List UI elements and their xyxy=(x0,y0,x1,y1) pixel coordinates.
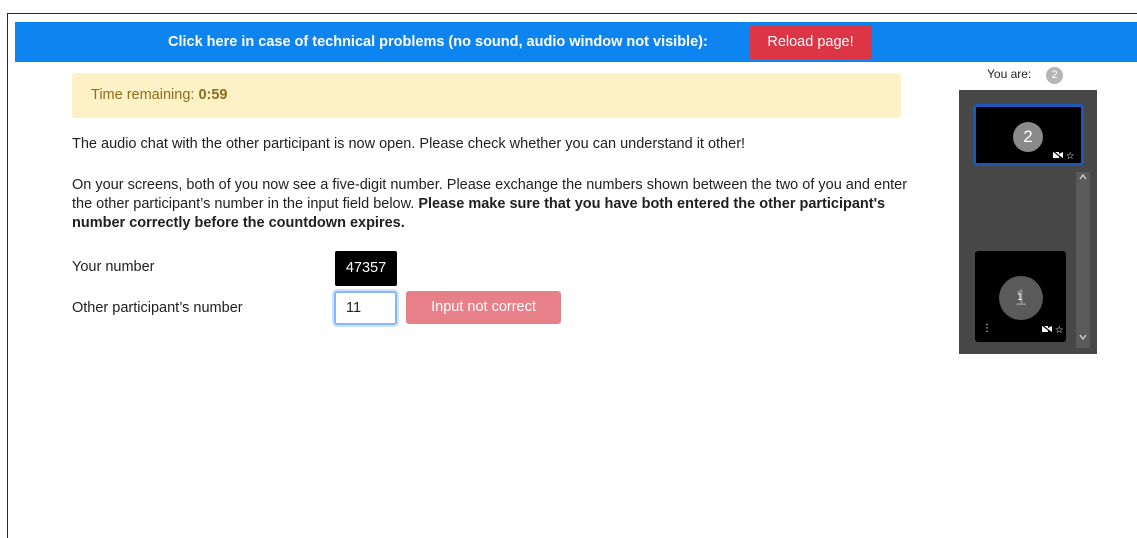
technical-problems-banner: Click here in case of technical problems… xyxy=(15,22,1137,62)
other-tile-icons: ☆ xyxy=(1041,324,1064,336)
time-remaining-label: Time remaining: xyxy=(91,87,195,103)
reload-page-button[interactable]: Reload page! xyxy=(749,25,872,59)
input-not-correct-button[interactable]: Input not correct xyxy=(406,291,561,324)
you-are-badge: 2 xyxy=(1046,67,1063,84)
audio-chat-instruction: The audio chat with the other participan… xyxy=(72,136,746,152)
other-number-label: Other participant’s number xyxy=(72,300,243,316)
camera-off-icon xyxy=(1052,150,1066,162)
other-participant-number: 1 xyxy=(1017,292,1023,303)
star-icon[interactable]: ☆ xyxy=(1055,325,1064,336)
camera-off-icon xyxy=(1041,324,1055,336)
your-number-label: Your number xyxy=(72,259,155,275)
star-icon[interactable]: ☆ xyxy=(1066,151,1075,162)
self-avatar: 2 xyxy=(1013,122,1043,152)
other-number-input[interactable] xyxy=(334,291,397,325)
you-are-label: You are: xyxy=(987,67,1032,81)
chevron-up-icon[interactable] xyxy=(1076,172,1090,186)
your-number-display: 47357 xyxy=(335,251,397,286)
time-remaining-alert: Time remaining: 0:59 xyxy=(72,73,901,118)
video-panel-scrollbar[interactable] xyxy=(1076,172,1090,348)
technical-problems-text[interactable]: Click here in case of technical problems… xyxy=(168,22,708,62)
time-remaining-value: 0:59 xyxy=(198,87,228,103)
self-tile-icons: ☆ xyxy=(1052,150,1075,162)
chevron-down-icon[interactable] xyxy=(1076,332,1090,346)
more-options-icon[interactable]: ⋮ xyxy=(982,324,992,334)
exchange-numbers-instruction: On your screens, both of you now see a f… xyxy=(72,176,912,233)
